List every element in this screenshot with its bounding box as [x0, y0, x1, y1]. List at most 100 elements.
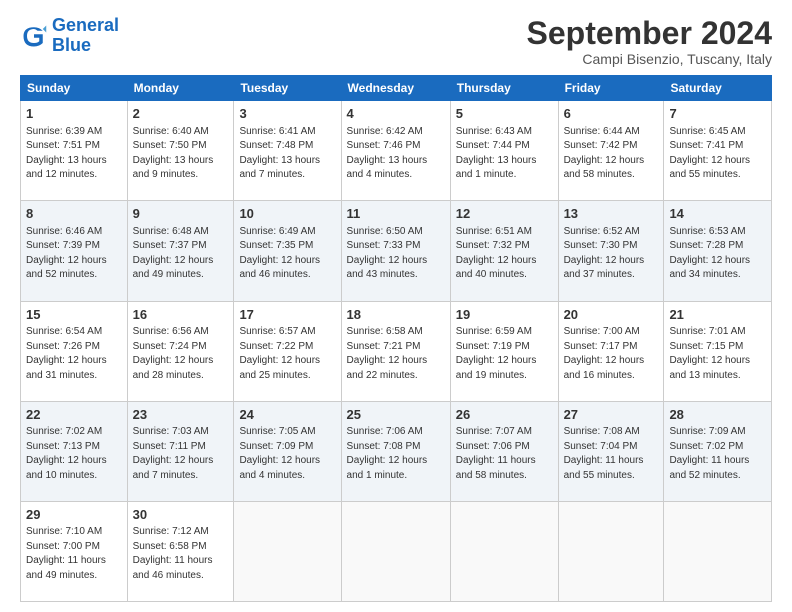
calendar-week-2: 8 Sunrise: 6:46 AMSunset: 7:39 PMDayligh…: [21, 201, 772, 301]
calendar-cell: 2 Sunrise: 6:40 AMSunset: 7:50 PMDayligh…: [127, 101, 234, 201]
calendar-cell: 6 Sunrise: 6:44 AMSunset: 7:42 PMDayligh…: [558, 101, 664, 201]
calendar-cell: 4 Sunrise: 6:42 AMSunset: 7:46 PMDayligh…: [341, 101, 450, 201]
logo-line1: General: [52, 15, 119, 35]
day-number: 15: [26, 306, 122, 324]
calendar-cell: 17 Sunrise: 6:57 AMSunset: 7:22 PMDaylig…: [234, 301, 341, 401]
day-number: 28: [669, 406, 766, 424]
page: General Blue September 2024 Campi Bisenz…: [0, 0, 792, 612]
cell-info: Sunrise: 6:59 AMSunset: 7:19 PMDaylight:…: [456, 326, 537, 381]
day-number: 27: [564, 406, 659, 424]
day-number: 29: [26, 506, 122, 524]
day-number: 21: [669, 306, 766, 324]
day-number: 9: [133, 205, 229, 223]
cell-info: Sunrise: 6:48 AMSunset: 7:37 PMDaylight:…: [133, 226, 214, 281]
logo: General Blue: [20, 16, 119, 56]
subtitle: Campi Bisenzio, Tuscany, Italy: [527, 51, 772, 67]
day-number: 4: [347, 105, 445, 123]
calendar-table: SundayMondayTuesdayWednesdayThursdayFrid…: [20, 75, 772, 602]
cell-info: Sunrise: 6:44 AMSunset: 7:42 PMDaylight:…: [564, 126, 645, 181]
cell-info: Sunrise: 7:10 AMSunset: 7:00 PMDaylight:…: [26, 526, 106, 581]
calendar-cell: [450, 501, 558, 601]
calendar-cell: 25 Sunrise: 7:06 AMSunset: 7:08 PMDaylig…: [341, 401, 450, 501]
day-header-wednesday: Wednesday: [341, 76, 450, 101]
day-header-friday: Friday: [558, 76, 664, 101]
day-header-tuesday: Tuesday: [234, 76, 341, 101]
calendar-header-row: SundayMondayTuesdayWednesdayThursdayFrid…: [21, 76, 772, 101]
day-number: 6: [564, 105, 659, 123]
day-header-saturday: Saturday: [664, 76, 772, 101]
day-header-thursday: Thursday: [450, 76, 558, 101]
day-number: 11: [347, 205, 445, 223]
day-number: 18: [347, 306, 445, 324]
cell-info: Sunrise: 6:46 AMSunset: 7:39 PMDaylight:…: [26, 226, 107, 281]
cell-info: Sunrise: 6:43 AMSunset: 7:44 PMDaylight:…: [456, 126, 537, 181]
calendar-cell: 1 Sunrise: 6:39 AMSunset: 7:51 PMDayligh…: [21, 101, 128, 201]
header: General Blue September 2024 Campi Bisenz…: [20, 16, 772, 67]
calendar-cell: 18 Sunrise: 6:58 AMSunset: 7:21 PMDaylig…: [341, 301, 450, 401]
cell-info: Sunrise: 7:09 AMSunset: 7:02 PMDaylight:…: [669, 426, 749, 481]
cell-info: Sunrise: 6:50 AMSunset: 7:33 PMDaylight:…: [347, 226, 428, 281]
day-number: 7: [669, 105, 766, 123]
cell-info: Sunrise: 6:52 AMSunset: 7:30 PMDaylight:…: [564, 226, 645, 281]
day-number: 19: [456, 306, 553, 324]
cell-info: Sunrise: 7:12 AMSunset: 6:58 PMDaylight:…: [133, 526, 213, 581]
calendar-cell: 15 Sunrise: 6:54 AMSunset: 7:26 PMDaylig…: [21, 301, 128, 401]
calendar-cell: 20 Sunrise: 7:00 AMSunset: 7:17 PMDaylig…: [558, 301, 664, 401]
cell-info: Sunrise: 6:49 AMSunset: 7:35 PMDaylight:…: [239, 226, 320, 281]
logo-text: General Blue: [52, 16, 119, 56]
calendar-cell: 3 Sunrise: 6:41 AMSunset: 7:48 PMDayligh…: [234, 101, 341, 201]
calendar-cell: [341, 501, 450, 601]
cell-info: Sunrise: 7:00 AMSunset: 7:17 PMDaylight:…: [564, 326, 645, 381]
cell-info: Sunrise: 7:02 AMSunset: 7:13 PMDaylight:…: [26, 426, 107, 481]
day-number: 8: [26, 205, 122, 223]
day-number: 30: [133, 506, 229, 524]
day-number: 24: [239, 406, 335, 424]
title-block: September 2024 Campi Bisenzio, Tuscany, …: [527, 16, 772, 67]
calendar-cell: [664, 501, 772, 601]
cell-info: Sunrise: 6:45 AMSunset: 7:41 PMDaylight:…: [669, 126, 750, 181]
day-number: 16: [133, 306, 229, 324]
cell-info: Sunrise: 6:58 AMSunset: 7:21 PMDaylight:…: [347, 326, 428, 381]
cell-info: Sunrise: 6:39 AMSunset: 7:51 PMDaylight:…: [26, 126, 107, 181]
calendar-cell: 19 Sunrise: 6:59 AMSunset: 7:19 PMDaylig…: [450, 301, 558, 401]
calendar-cell: 8 Sunrise: 6:46 AMSunset: 7:39 PMDayligh…: [21, 201, 128, 301]
calendar-cell: [234, 501, 341, 601]
day-number: 13: [564, 205, 659, 223]
calendar-cell: 14 Sunrise: 6:53 AMSunset: 7:28 PMDaylig…: [664, 201, 772, 301]
day-number: 26: [456, 406, 553, 424]
cell-info: Sunrise: 6:40 AMSunset: 7:50 PMDaylight:…: [133, 126, 214, 181]
day-number: 25: [347, 406, 445, 424]
day-number: 2: [133, 105, 229, 123]
calendar-cell: 16 Sunrise: 6:56 AMSunset: 7:24 PMDaylig…: [127, 301, 234, 401]
calendar-cell: 10 Sunrise: 6:49 AMSunset: 7:35 PMDaylig…: [234, 201, 341, 301]
calendar-week-4: 22 Sunrise: 7:02 AMSunset: 7:13 PMDaylig…: [21, 401, 772, 501]
cell-info: Sunrise: 7:07 AMSunset: 7:06 PMDaylight:…: [456, 426, 536, 481]
logo-icon: [20, 22, 48, 50]
cell-info: Sunrise: 6:57 AMSunset: 7:22 PMDaylight:…: [239, 326, 320, 381]
cell-info: Sunrise: 7:08 AMSunset: 7:04 PMDaylight:…: [564, 426, 644, 481]
day-number: 17: [239, 306, 335, 324]
day-number: 23: [133, 406, 229, 424]
cell-info: Sunrise: 6:51 AMSunset: 7:32 PMDaylight:…: [456, 226, 537, 281]
cell-info: Sunrise: 6:42 AMSunset: 7:46 PMDaylight:…: [347, 126, 428, 181]
day-number: 5: [456, 105, 553, 123]
calendar-cell: 13 Sunrise: 6:52 AMSunset: 7:30 PMDaylig…: [558, 201, 664, 301]
day-number: 3: [239, 105, 335, 123]
day-header-monday: Monday: [127, 76, 234, 101]
calendar-week-1: 1 Sunrise: 6:39 AMSunset: 7:51 PMDayligh…: [21, 101, 772, 201]
calendar-cell: 29 Sunrise: 7:10 AMSunset: 7:00 PMDaylig…: [21, 501, 128, 601]
cell-info: Sunrise: 7:03 AMSunset: 7:11 PMDaylight:…: [133, 426, 214, 481]
cell-info: Sunrise: 7:06 AMSunset: 7:08 PMDaylight:…: [347, 426, 428, 481]
calendar-cell: 30 Sunrise: 7:12 AMSunset: 6:58 PMDaylig…: [127, 501, 234, 601]
cell-info: Sunrise: 6:54 AMSunset: 7:26 PMDaylight:…: [26, 326, 107, 381]
calendar-cell: 23 Sunrise: 7:03 AMSunset: 7:11 PMDaylig…: [127, 401, 234, 501]
day-number: 1: [26, 105, 122, 123]
calendar-cell: [558, 501, 664, 601]
cell-info: Sunrise: 6:41 AMSunset: 7:48 PMDaylight:…: [239, 126, 320, 181]
day-number: 14: [669, 205, 766, 223]
calendar-cell: 22 Sunrise: 7:02 AMSunset: 7:13 PMDaylig…: [21, 401, 128, 501]
cell-info: Sunrise: 6:56 AMSunset: 7:24 PMDaylight:…: [133, 326, 214, 381]
main-title: September 2024: [527, 16, 772, 51]
calendar-cell: 11 Sunrise: 6:50 AMSunset: 7:33 PMDaylig…: [341, 201, 450, 301]
calendar-cell: 21 Sunrise: 7:01 AMSunset: 7:15 PMDaylig…: [664, 301, 772, 401]
